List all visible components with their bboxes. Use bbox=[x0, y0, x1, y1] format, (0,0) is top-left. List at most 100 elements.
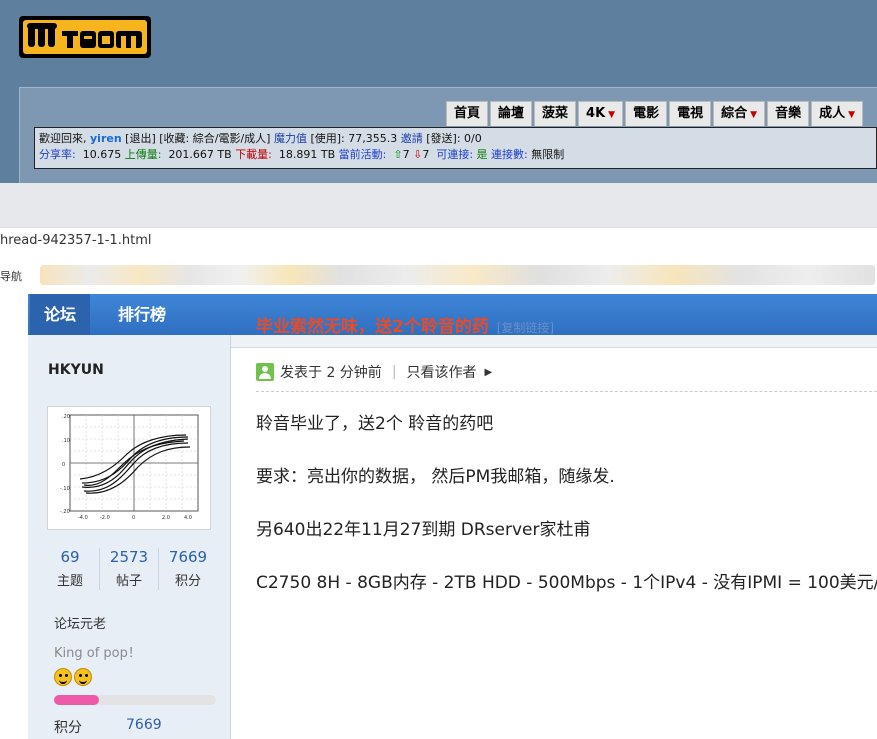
stat-threads[interactable]: 69 主题 bbox=[44, 548, 96, 589]
welcome-text: 歡迎回來, bbox=[39, 132, 87, 145]
post-divider bbox=[256, 391, 877, 393]
leeching-arrow-icon: ⇩ bbox=[413, 148, 423, 161]
avatar[interactable]: .20 .10 0 -.10 -.20 -4.0 -2.0 0 2.0 4.0 bbox=[47, 406, 211, 530]
only-author-link[interactable]: 只看该作者 bbox=[407, 362, 477, 382]
online-user-icon bbox=[256, 363, 274, 381]
post-line: 聆音毕业了，送2个 聆音的药吧 bbox=[256, 414, 494, 434]
nav-item[interactable]: 論壇 bbox=[490, 101, 533, 126]
dropdown-caret-icon: ▼ bbox=[608, 110, 616, 120]
logout-link[interactable]: [退出] bbox=[125, 132, 156, 145]
svg-text:4.0: 4.0 bbox=[184, 515, 192, 521]
invite-send-link[interactable]: [發送]: bbox=[426, 132, 460, 145]
seeding-arrow-icon: ⇧ bbox=[393, 148, 403, 161]
svg-text:-.10: -.10 bbox=[60, 486, 70, 492]
nav-item-label: 成人 bbox=[819, 106, 846, 121]
connectable-label: 可連接: bbox=[436, 148, 474, 161]
user-info-box: 歡迎回來, yiren [退出] [收藏: 綜合/電影/成人] 魔力值 [使用]… bbox=[34, 127, 877, 169]
thread-title-text: 毕业索然无味，送2个聆音的药 bbox=[256, 317, 489, 337]
svg-text:-2.0: -2.0 bbox=[100, 515, 110, 521]
nav-item-label: 論壇 bbox=[498, 106, 525, 121]
copy-link-button[interactable]: [复制链接] bbox=[497, 321, 554, 335]
stat-divider bbox=[99, 548, 100, 590]
nav-item[interactable]: 4K ▼ bbox=[578, 101, 624, 126]
play-arrow-icon[interactable]: ▶ bbox=[485, 367, 493, 378]
tab-ranking[interactable]: 排行榜 bbox=[104, 294, 180, 335]
blurred-bookmarks bbox=[40, 265, 875, 285]
download-value: 18.891 TB bbox=[278, 148, 336, 161]
svg-text:-.20: -.20 bbox=[60, 509, 70, 515]
connectable-value: 是 bbox=[476, 148, 488, 161]
active-label: 當前活動: bbox=[338, 148, 387, 161]
nav-item-label: 音樂 bbox=[775, 106, 802, 121]
stat-credits-value: 7669 bbox=[168, 548, 208, 566]
post-header-strip bbox=[230, 335, 877, 348]
url-text[interactable]: hread-942357-1-1.html bbox=[0, 233, 152, 248]
nav-item-label: 綜合 bbox=[721, 106, 748, 121]
stat-posts-label: 帖子 bbox=[115, 574, 142, 589]
favorites-link[interactable]: [收藏: 綜合/電影/成人] bbox=[159, 132, 270, 145]
credits-value[interactable]: 7669 bbox=[126, 717, 162, 733]
smiley-icon bbox=[74, 668, 92, 686]
svg-text:0: 0 bbox=[132, 515, 135, 521]
user-rank-title: 论坛元老 bbox=[54, 617, 107, 632]
avatar-hysteresis-plot: .20 .10 0 -.10 -.20 -4.0 -2.0 0 2.0 4.0 bbox=[60, 414, 199, 521]
nav-item-label: 電影 bbox=[633, 106, 660, 121]
meta-separator: | bbox=[391, 364, 397, 380]
upload-label: 上傳量: bbox=[124, 148, 162, 161]
connection-count-label: 連接數: bbox=[491, 148, 528, 161]
nav-item-label: 4K bbox=[586, 106, 606, 121]
leeching-count[interactable]: 7 bbox=[422, 148, 429, 161]
thread-title: 毕业索然无味，送2个聆音的药 [复制链接] bbox=[256, 312, 554, 337]
rank-progress-fill bbox=[54, 695, 100, 705]
nav-item[interactable]: 電視 bbox=[669, 101, 712, 126]
post-time: 发表于 2 分钟前 bbox=[280, 365, 382, 381]
svg-text:.20: .20 bbox=[62, 414, 70, 420]
ratio-value: 10.675 bbox=[82, 148, 122, 161]
stat-posts[interactable]: 2573 帖子 bbox=[103, 548, 155, 589]
credits-label: 积分 bbox=[54, 720, 82, 736]
user-info-row-2: 分享率: 10.675 上傳量: 201.667 TB 下載量: 18.891 … bbox=[39, 147, 872, 163]
author-name[interactable]: HKYUN bbox=[48, 362, 104, 378]
nav-item[interactable]: 首頁 bbox=[446, 101, 489, 126]
svg-text:.10: .10 bbox=[62, 438, 70, 444]
nav-item-label: 首頁 bbox=[454, 106, 481, 121]
user-signature: King of pop！ bbox=[54, 646, 141, 661]
nav-item[interactable]: 綜合 ▼ bbox=[713, 101, 766, 126]
upload-value: 201.667 TB bbox=[168, 148, 232, 161]
nav-item-label: 菠菜 bbox=[542, 106, 569, 121]
ratio-label: 分享率: bbox=[39, 148, 76, 161]
invite-link[interactable]: 邀請 bbox=[401, 132, 423, 145]
bookmark-nav-label[interactable]: 导航 bbox=[0, 268, 22, 284]
nav-item[interactable]: 電影 bbox=[625, 101, 668, 126]
smiley-icon bbox=[54, 668, 72, 686]
stat-credits-label: 积分 bbox=[174, 574, 201, 589]
main-nav: 首頁 論壇 菠菜 4K ▼ 電影 電視 綜合 ▼ 音樂 成人 ▼ bbox=[446, 101, 865, 127]
rank-emoji-row bbox=[54, 668, 92, 686]
seeding-count[interactable]: 7 bbox=[403, 148, 410, 161]
tab-forum[interactable]: 论坛 bbox=[30, 294, 91, 335]
stat-divider bbox=[158, 548, 159, 590]
browser-tabstrip bbox=[0, 183, 877, 227]
post-meta: 发表于 2 分钟前 | 只看该作者 ▶ bbox=[256, 362, 492, 382]
download-label: 下載量: bbox=[235, 148, 272, 161]
site-logo[interactable] bbox=[18, 14, 152, 60]
rank-progress-bar bbox=[54, 695, 216, 705]
dropdown-caret-icon: ▼ bbox=[750, 110, 758, 120]
stat-threads-label: 主题 bbox=[56, 574, 83, 589]
svg-text:-4.0: -4.0 bbox=[78, 515, 88, 521]
user-info-row-1: 歡迎回來, yiren [退出] [收藏: 綜合/電影/成人] 魔力值 [使用]… bbox=[39, 131, 872, 147]
stat-credits[interactable]: 7669 积分 bbox=[162, 548, 214, 589]
post-line: 另640出22年11月27到期 DRserver家杜甫 bbox=[256, 520, 591, 540]
invite-value: 0/0 bbox=[464, 132, 482, 145]
nav-item[interactable]: 菠菜 bbox=[534, 101, 577, 126]
svg-text:0: 0 bbox=[62, 462, 65, 468]
nav-item[interactable]: 成人 ▼ bbox=[811, 101, 864, 126]
magic-use-link[interactable]: [使用]: bbox=[310, 132, 344, 145]
magic-points-value: 77,355.3 bbox=[348, 132, 398, 145]
username-link[interactable]: yiren bbox=[90, 132, 122, 145]
post-line: 要求：亮出你的数据， 然后PM我邮箱，随缘发. bbox=[256, 467, 615, 487]
magic-points-link[interactable]: 魔力值 bbox=[274, 132, 307, 145]
connection-count-value: 無限制 bbox=[531, 148, 565, 161]
nav-item[interactable]: 音樂 bbox=[767, 101, 810, 126]
nav-item-label: 電視 bbox=[677, 106, 704, 121]
